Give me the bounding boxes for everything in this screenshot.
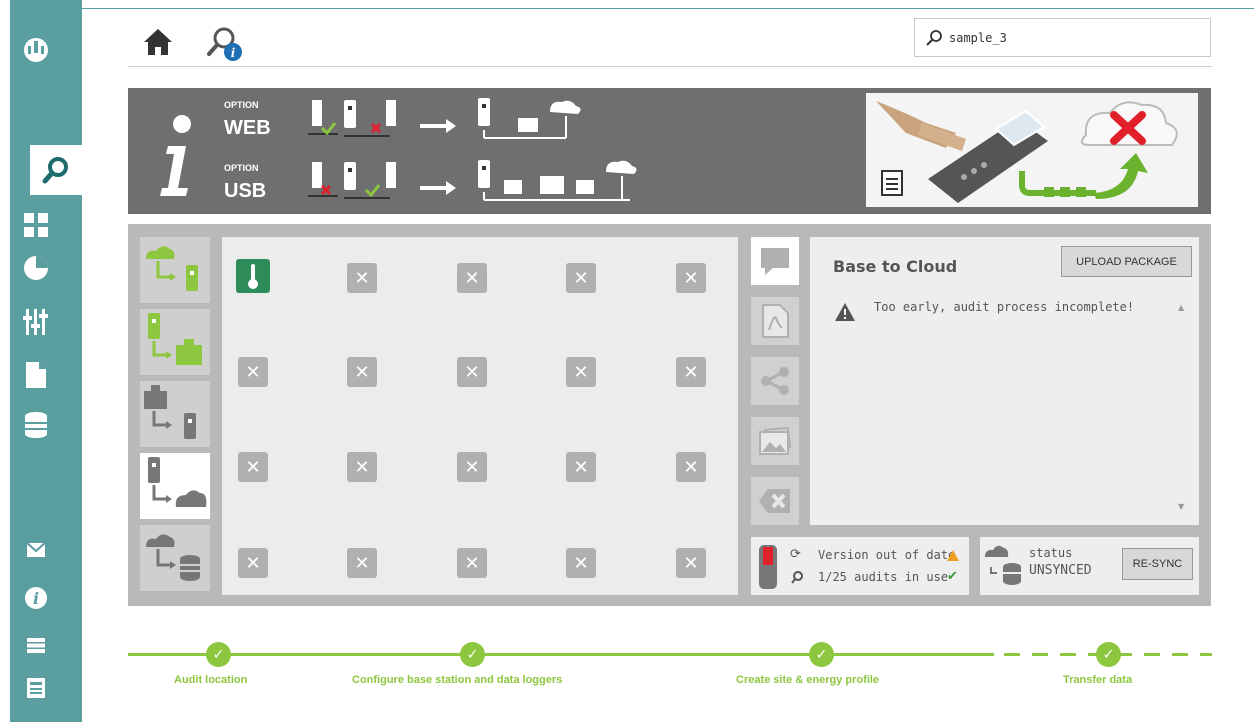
pie-chart-icon[interactable] <box>0 248 72 288</box>
upload-package-button[interactable]: UPLOAD PACKAGE <box>1061 246 1192 277</box>
empty-slot-icon[interactable]: ✕ <box>457 452 487 482</box>
search-small-icon[interactable] <box>791 569 803 588</box>
step-configure[interactable]: Configure base station and data loggers <box>352 674 562 686</box>
warning-message: Too early, audit process incomplete! <box>874 300 1135 314</box>
header-separator <box>128 66 1212 67</box>
step-check-icon: ✓ <box>1096 642 1121 667</box>
search-info-icon[interactable]: i <box>206 26 246 68</box>
document-icon[interactable] <box>0 355 72 395</box>
audits-text: 1/25 audits in use <box>818 570 949 584</box>
empty-slot-icon[interactable]: ✕ <box>676 357 706 387</box>
empty-slot-icon[interactable]: ✕ <box>347 263 377 293</box>
empty-slot-icon[interactable]: ✕ <box>347 357 377 387</box>
tab-cloud-to-database[interactable] <box>140 525 210 591</box>
empty-slot-icon[interactable]: ✕ <box>457 263 487 293</box>
empty-slot-icon[interactable]: ✕ <box>566 452 596 482</box>
tab-cloud-to-logger[interactable] <box>140 237 210 303</box>
refresh-icon[interactable]: ⟳ <box>790 547 801 562</box>
cloud-to-database-icon <box>984 543 1024 591</box>
step-check-icon: ✓ <box>809 642 834 667</box>
home-icon[interactable] <box>142 26 174 62</box>
base-to-cloud-illustration <box>866 93 1198 207</box>
detail-panel <box>810 237 1199 525</box>
mail-icon[interactable] <box>0 530 72 570</box>
svg-text:i: i <box>33 589 39 608</box>
empty-slot-icon[interactable]: ✕ <box>676 263 706 293</box>
info-icon[interactable]: i <box>0 578 72 618</box>
usb-flow-diagram <box>300 158 640 212</box>
resync-button[interactable]: RE-SYNC <box>1122 548 1193 580</box>
progress-line <box>128 653 994 656</box>
warning-icon <box>834 302 856 326</box>
usb-option-label: USB <box>224 180 267 202</box>
search-input-icon <box>926 29 942 46</box>
scroll-down-arrow[interactable]: ▼ <box>1178 502 1184 511</box>
empty-slot-icon[interactable]: ✕ <box>457 357 487 387</box>
tab-logger-to-base[interactable] <box>140 309 210 375</box>
step-create-site[interactable]: Create site & energy profile <box>736 674 879 686</box>
web-option-tag: OPTION <box>224 100 259 110</box>
empty-slot-icon[interactable]: ✕ <box>566 357 596 387</box>
panel-title: Base to Cloud <box>833 257 958 276</box>
logger-device-icon <box>757 543 779 595</box>
check-icon: ✔ <box>947 569 958 584</box>
step-check-icon: ✓ <box>206 642 231 667</box>
sliders-icon[interactable] <box>0 302 72 342</box>
sync-status-value: UNSYNCED <box>1029 563 1092 578</box>
dashboard-icon[interactable] <box>0 30 72 70</box>
empty-slot-icon[interactable]: ✕ <box>566 548 596 578</box>
list-icon[interactable] <box>0 625 72 665</box>
scroll-up-arrow[interactable]: ▲ <box>1178 303 1184 312</box>
share-icon[interactable] <box>751 357 799 405</box>
report-icon[interactable] <box>0 668 72 708</box>
step-audit-location[interactable]: Audit location <box>174 674 247 686</box>
version-status-box <box>751 537 969 595</box>
empty-slot-icon[interactable]: ✕ <box>676 548 706 578</box>
svg-text:i: i <box>231 46 236 60</box>
tab-base-to-logger[interactable] <box>140 381 210 447</box>
web-flow-diagram <box>300 96 590 150</box>
empty-slot-icon[interactable]: ✕ <box>238 548 268 578</box>
search-input[interactable]: sample_3 <box>949 31 1007 45</box>
empty-slot-icon[interactable]: ✕ <box>457 548 487 578</box>
database-icon[interactable] <box>0 405 72 445</box>
thermometer-icon[interactable] <box>236 259 270 293</box>
search-field[interactable]: sample_3 <box>914 18 1211 57</box>
step-check-icon: ✓ <box>460 642 485 667</box>
empty-slot-icon[interactable]: ✕ <box>238 357 268 387</box>
comment-icon[interactable] <box>751 237 799 285</box>
empty-slot-icon[interactable]: ✕ <box>347 452 377 482</box>
image-icon[interactable] <box>751 417 799 465</box>
usb-option-tag: OPTION <box>224 163 259 173</box>
calculator-icon[interactable] <box>0 205 72 245</box>
alert-icon <box>946 547 960 566</box>
step-transfer-data[interactable]: Transfer data <box>1063 674 1132 686</box>
empty-slot-icon[interactable]: ✕ <box>676 452 706 482</box>
delete-icon[interactable] <box>751 477 799 525</box>
web-option-label: WEB <box>224 117 271 139</box>
pdf-icon[interactable] <box>751 297 799 345</box>
tab-base-to-cloud[interactable] <box>140 453 210 519</box>
empty-slot-icon[interactable]: ✕ <box>566 263 596 293</box>
search-icon[interactable] <box>30 145 82 195</box>
version-text: Version out of date <box>818 548 956 562</box>
top-border <box>82 8 1254 9</box>
empty-slot-icon[interactable]: ✕ <box>347 548 377 578</box>
sync-status-label: status <box>1029 546 1073 560</box>
empty-slot-icon[interactable]: ✕ <box>238 452 268 482</box>
info-large-icon <box>152 110 202 204</box>
